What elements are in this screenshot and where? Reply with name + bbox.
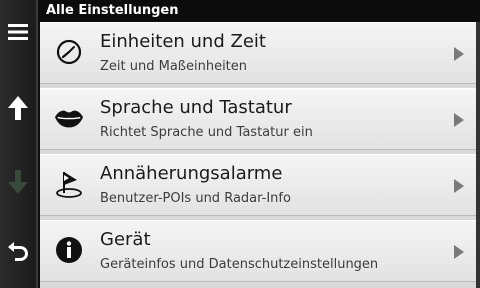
settings-item-subtitle: Benutzer-POIs und Radar-Info xyxy=(100,191,291,206)
chevron-right-icon xyxy=(454,113,464,127)
settings-item-subtitle: Geräteinfos und Datenschutzeinstellungen xyxy=(100,257,379,272)
menu-icon xyxy=(8,24,28,40)
menu-button[interactable] xyxy=(0,14,36,50)
settings-item-subtitle: Zeit und Maßeinheiten xyxy=(100,59,248,74)
settings-item-title: Gerät xyxy=(100,229,151,250)
scroll-down-button[interactable] xyxy=(0,164,36,200)
settings-item-title: Annäherungsalarme xyxy=(100,163,283,184)
back-icon xyxy=(8,242,28,261)
settings-list: Einheiten und Zeit Zeit und Maßeinheiten… xyxy=(40,22,476,288)
back-button[interactable] xyxy=(0,232,36,268)
chevron-right-icon xyxy=(454,47,464,61)
screen: Alle Einstellungen Einheiten und Zeit Ze… xyxy=(0,0,480,288)
settings-item-device[interactable]: Gerät Geräteinfos und Datenschutzeinstel… xyxy=(40,220,476,282)
chevron-right-icon xyxy=(454,245,464,259)
chevron-right-icon xyxy=(454,179,464,193)
settings-item-units-time[interactable]: Einheiten und Zeit Zeit und Maßeinheiten xyxy=(40,22,476,84)
info-icon xyxy=(54,235,84,265)
settings-item-subtitle: Richtet Sprache und Tastatur ein xyxy=(100,125,313,140)
side-toolbar xyxy=(0,0,38,288)
scrollbar[interactable] xyxy=(476,22,480,288)
arrow-down-icon xyxy=(8,170,28,194)
clock-icon xyxy=(54,37,84,67)
page-title: Alle Einstellungen xyxy=(38,0,480,22)
lips-icon xyxy=(54,103,84,133)
settings-item-title: Sprache und Tastatur xyxy=(100,97,292,118)
settings-item-proximity-alarms[interactable]: Annäherungsalarme Benutzer-POIs und Rada… xyxy=(40,154,476,216)
scroll-up-button[interactable] xyxy=(0,90,36,126)
arrow-up-icon xyxy=(8,96,28,120)
settings-item-title: Einheiten und Zeit xyxy=(100,31,266,52)
settings-item-language-keyboard[interactable]: Sprache und Tastatur Richtet Sprache und… xyxy=(40,88,476,150)
proximity-alert-icon xyxy=(54,169,84,199)
